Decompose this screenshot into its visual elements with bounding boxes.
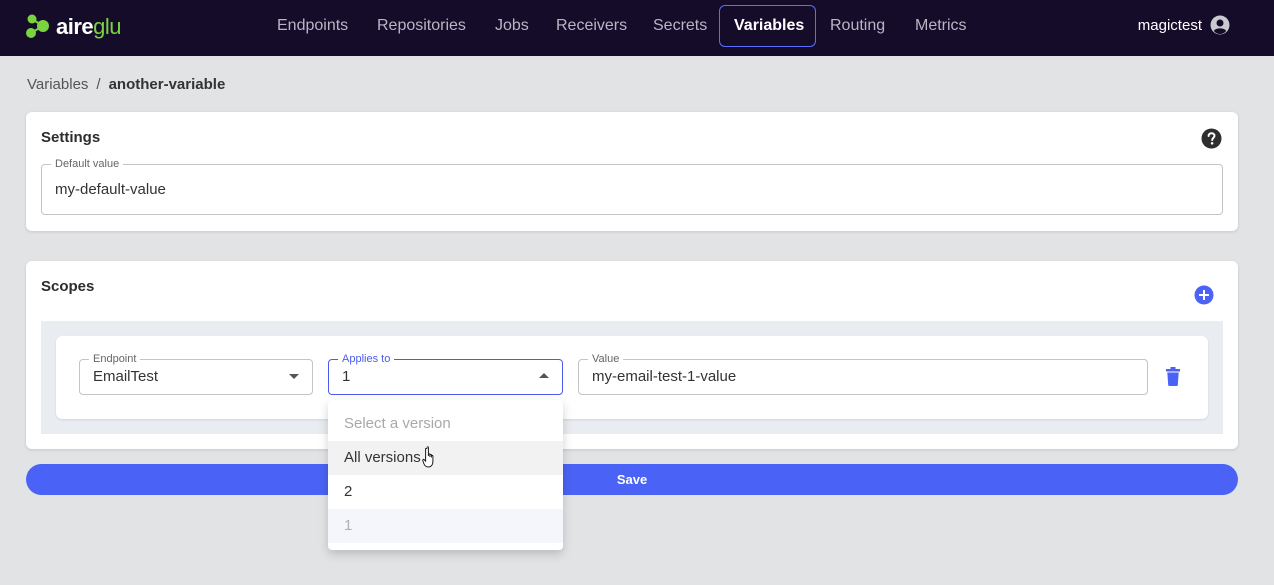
settings-card: Settings Default value my-default-value	[26, 112, 1238, 231]
user-avatar-icon	[1210, 15, 1230, 35]
nav-variables[interactable]: Variables	[719, 5, 816, 47]
help-icon[interactable]	[1201, 128, 1222, 149]
scopes-card: Scopes Endpoint EmailTest Applies to 1 V…	[26, 261, 1238, 449]
add-scope-icon[interactable]	[1194, 285, 1214, 305]
chevron-down-icon	[289, 374, 299, 379]
scope-value-text: my-email-test-1-value	[592, 368, 737, 385]
nav-repositories[interactable]: Repositories	[362, 5, 481, 47]
nav-metrics[interactable]: Metrics	[900, 5, 982, 47]
settings-title: Settings	[41, 129, 101, 146]
nav-jobs[interactable]: Jobs	[480, 5, 544, 47]
nav-secrets[interactable]: Secrets	[638, 5, 722, 47]
top-navbar: aireglu Endpoints Repositories Jobs Rece…	[0, 0, 1274, 56]
dropdown-option-2[interactable]: 2	[328, 475, 563, 509]
default-value-field[interactable]: Default value my-default-value	[41, 157, 1223, 215]
dropdown-option-all-versions[interactable]: All versions	[328, 441, 563, 475]
version-dropdown-menu: Select a version All versions 2 1	[328, 400, 563, 550]
nav-receivers[interactable]: Receivers	[541, 5, 642, 47]
username: magictest	[1137, 16, 1202, 34]
breadcrumb-parent[interactable]: Variables	[27, 76, 88, 93]
brand-logo[interactable]: aireglu	[26, 12, 122, 42]
default-value-text: my-default-value	[55, 181, 166, 198]
scope-value-field[interactable]: Value my-email-test-1-value	[578, 352, 1148, 395]
brand-name: aireglu	[56, 14, 122, 39]
scopes-title: Scopes	[41, 278, 95, 295]
dropdown-placeholder: Select a version	[344, 415, 451, 432]
save-button[interactable]: Save	[26, 464, 1238, 495]
hand-pointer-icon	[422, 446, 434, 468]
logo-molecule-icon	[26, 14, 49, 38]
nav-endpoints[interactable]: Endpoints	[262, 5, 363, 47]
endpoint-select[interactable]: Endpoint EmailTest	[79, 352, 313, 395]
nav-routing[interactable]: Routing	[815, 5, 900, 47]
breadcrumb-current: another-variable	[108, 76, 226, 93]
user-menu[interactable]: magictest	[1138, 15, 1230, 35]
dropdown-option-1[interactable]: 1	[328, 509, 563, 543]
breadcrumb-separator: /	[96, 76, 101, 93]
breadcrumb: Variables / another-variable	[27, 76, 225, 93]
endpoint-value: EmailTest	[93, 368, 159, 385]
scope-list: Endpoint EmailTest Applies to 1 Value my…	[41, 321, 1223, 434]
trash-icon[interactable]	[1165, 367, 1181, 386]
applies-to-select[interactable]: Applies to 1	[328, 352, 563, 395]
chevron-up-icon	[539, 373, 549, 378]
scope-row: Endpoint EmailTest Applies to 1 Value my…	[56, 336, 1208, 419]
applies-to-value: 1	[342, 368, 351, 385]
